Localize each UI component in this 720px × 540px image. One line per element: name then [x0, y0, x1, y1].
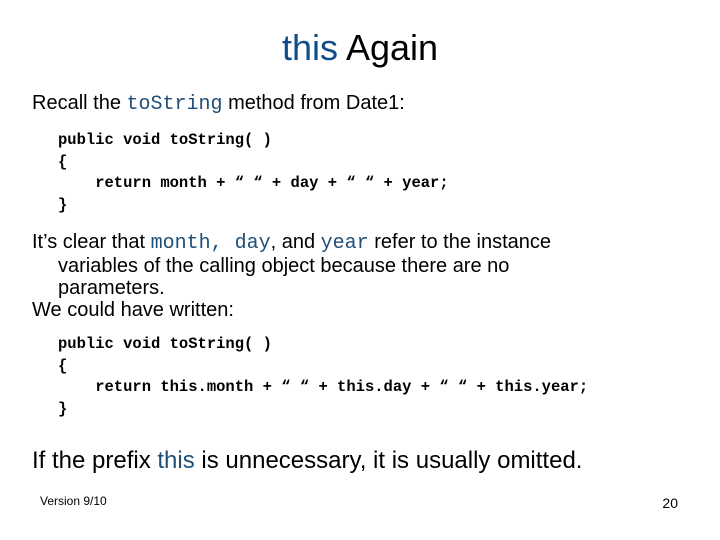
code-year: year — [320, 232, 369, 255]
footer-version: Version 9/10 — [40, 494, 107, 508]
code1-line: } — [58, 195, 68, 214]
slide-title: this Again — [0, 24, 720, 72]
code-block-2: public void toString( ) { return this.mo… — [58, 334, 588, 420]
page-number: 20 — [662, 495, 678, 511]
title-keyword: this — [281, 27, 338, 68]
conclusion-keyword: this — [157, 447, 195, 474]
text: , and — [270, 231, 321, 253]
code1-line: return month + “ “ + day + “ “ + year; — [58, 174, 449, 192]
code1-line: { — [58, 152, 68, 171]
text: is unnecessary, it is usually omitted. — [194, 447, 583, 474]
title-rest: Again — [337, 27, 439, 68]
intro-after: method from Date1: — [222, 92, 405, 114]
code-month-day: month, day — [150, 232, 271, 255]
explanation-line3: parameters. — [58, 277, 165, 299]
code2-line: public void toString( ) — [58, 335, 272, 353]
code2-line: { — [58, 356, 68, 375]
code1-line: public void toString( ) — [58, 131, 272, 149]
text: If the prefix — [32, 447, 158, 474]
text: It’s clear that — [32, 231, 151, 253]
code-block-1: public void toString( ) { return month +… — [58, 130, 449, 216]
we-could-have-written: We could have written: — [32, 299, 234, 321]
intro-before: Recall the — [32, 92, 127, 114]
code2-line: } — [58, 399, 68, 418]
explanation-line2: variables of the calling object because … — [58, 255, 510, 277]
conclusion-text: If the prefix this is unnecessary, it is… — [32, 446, 582, 476]
explanation-line1: It’s clear that month, day, and year ref… — [32, 231, 551, 255]
intro-text: Recall the toString method from Date1: — [32, 92, 692, 116]
explanation-paragraph: It’s clear that month, day, and year ref… — [32, 231, 692, 321]
code2-line: return this.month + “ “ + this.day + “ “… — [58, 378, 589, 396]
intro-code: toString — [126, 93, 223, 116]
text: refer to the instance — [368, 231, 551, 253]
